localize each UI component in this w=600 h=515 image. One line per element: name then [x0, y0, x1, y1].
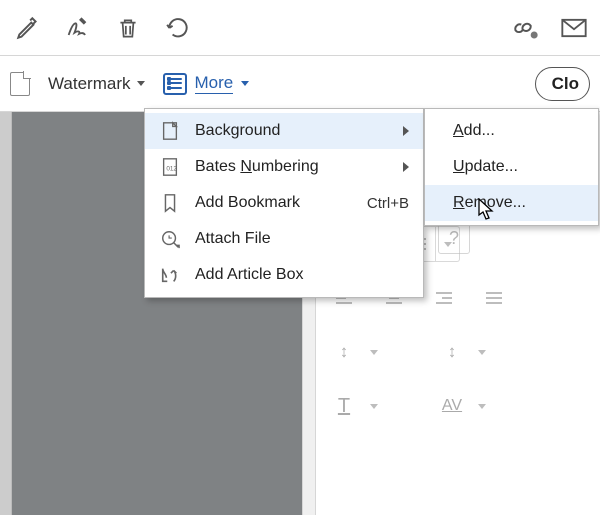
left-edge-strip	[0, 112, 12, 515]
char-spacing-button[interactable]: AV	[434, 388, 494, 424]
pencil-icon[interactable]	[14, 14, 42, 42]
submenu-item-update-[interactable]: Update...	[425, 149, 598, 185]
menu-item-icon: 012	[159, 157, 181, 177]
menu-item-icon	[159, 193, 181, 213]
scale-row: T AV	[326, 388, 590, 424]
chevron-down-icon	[137, 81, 145, 86]
menu-item-icon	[159, 121, 181, 141]
close-label: Clo	[552, 74, 579, 93]
more-label: More	[195, 73, 234, 94]
menu-item-label: Bates Numbering	[195, 158, 389, 176]
submenu-item-remove-[interactable]: Remove...	[425, 185, 598, 221]
close-button[interactable]: Clo	[535, 67, 590, 101]
menu-item-label: Attach File	[195, 230, 409, 248]
signature-icon[interactable]	[64, 14, 92, 42]
paragraph-spacing-button[interactable]: ↕	[434, 334, 494, 370]
menu-item-icon	[159, 229, 181, 249]
mail-icon[interactable]	[560, 14, 588, 42]
submenu-item-label: Add...	[453, 122, 570, 140]
chevron-right-icon	[403, 126, 409, 136]
svg-text:012: 012	[166, 166, 177, 173]
chevron-right-icon	[403, 162, 409, 172]
toolbar-right-group	[512, 14, 592, 42]
horizontal-scale-button[interactable]: T	[326, 388, 386, 424]
menu-item-attach-file[interactable]: Attach File	[145, 221, 423, 257]
trash-icon[interactable]	[114, 14, 142, 42]
menu-item-label: Add Article Box	[195, 266, 409, 284]
menu-item-bates-numbering[interactable]: 012 Bates Numbering	[145, 149, 423, 185]
help-button[interactable]: ?	[438, 222, 470, 254]
menu-item-add-article-box[interactable]: Add Article Box	[145, 257, 423, 293]
line-spacing-button[interactable]: ↕	[326, 334, 386, 370]
link-cloud-icon[interactable]	[512, 14, 540, 42]
align-right-button[interactable]	[426, 280, 462, 316]
redo-icon[interactable]	[164, 14, 192, 42]
more-menu: Background 012 Bates Numbering Add Bookmark…	[144, 108, 424, 298]
menu-item-background[interactable]: Background	[145, 113, 423, 149]
menu-item-label: Background	[195, 122, 389, 140]
menu-item-icon	[159, 265, 181, 285]
submenu-item-label: Remove...	[453, 194, 570, 212]
second-toolbar: Watermark More Clo	[0, 56, 600, 112]
watermark-label: Watermark	[48, 74, 131, 94]
menu-item-label: Add Bookmark	[195, 194, 353, 212]
watermark-dropdown[interactable]: Watermark	[48, 74, 145, 94]
background-submenu: Add... Update... Remove...	[424, 108, 599, 226]
submenu-item-label: Update...	[453, 158, 570, 176]
page-icon[interactable]	[10, 72, 30, 96]
top-toolbar	[0, 0, 600, 56]
menu-item-add-bookmark[interactable]: Add Bookmark Ctrl+B	[145, 185, 423, 221]
submenu-item-add-[interactable]: Add...	[425, 113, 598, 149]
menu-item-shortcut: Ctrl+B	[367, 195, 409, 212]
more-dropdown[interactable]: More	[163, 73, 250, 95]
second-toolbar-left: Watermark More	[10, 72, 249, 96]
more-icon	[163, 73, 187, 95]
chevron-down-icon	[241, 81, 249, 86]
toolbar-left-group	[8, 14, 192, 42]
align-justify-button[interactable]	[476, 280, 512, 316]
help-label: ?	[449, 228, 459, 249]
spacing-row: ↕ ↕	[326, 334, 590, 370]
